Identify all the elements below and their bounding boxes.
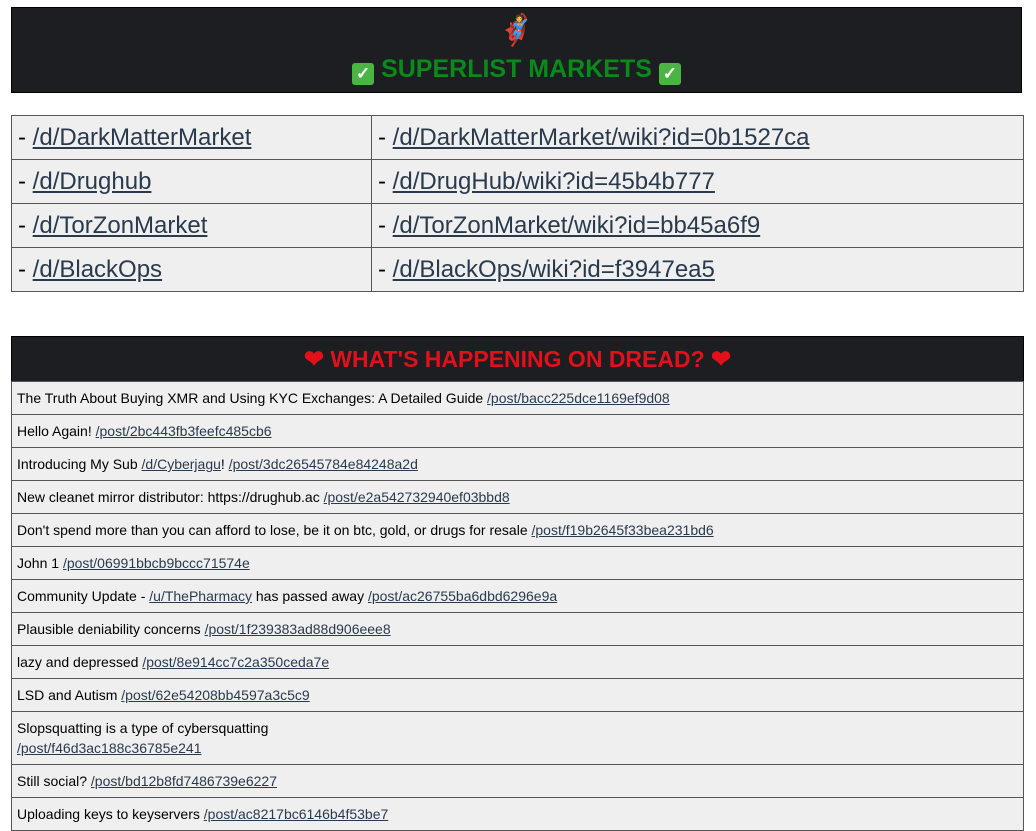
market-row: - /d/BlackOps - /d/BlackOps/wiki?id=f3947…: [11, 247, 1024, 292]
market-row: - /d/TorZonMarket - /d/TorZonMarket/wiki?…: [11, 203, 1024, 248]
post-item: Community Update - /u/ThePharmacy has pa…: [11, 580, 1024, 613]
post-sub-link[interactable]: /u/ThePharmacy: [149, 588, 252, 604]
post-link[interactable]: /post/bd12b8fd7486739e6227: [91, 773, 277, 789]
market-sub-link[interactable]: /d/BlackOps: [33, 256, 162, 283]
post-link[interactable]: /post/ac26755ba6dbd6296e9a: [368, 588, 557, 604]
post-link[interactable]: /post/2bc443fb3feefc485cb6: [96, 423, 272, 439]
post-title: Still social?: [17, 773, 88, 789]
posts-list: The Truth About Buying XMR and Using KYC…: [11, 381, 1024, 831]
post-title: lazy and depressed: [17, 654, 139, 670]
market-wiki-link[interactable]: /d/TorZonMarket/wiki?id=bb45a6f9: [393, 212, 761, 239]
market-sub-link[interactable]: /d/DarkMatterMarket: [33, 124, 252, 151]
market-wiki-link[interactable]: /d/DarkMatterMarket/wiki?id=0b1527ca: [393, 124, 810, 151]
market-sub-cell: - /d/Drughub: [11, 159, 372, 204]
market-sub-cell: - /d/TorZonMarket: [11, 203, 372, 248]
market-sub-link[interactable]: /d/TorZonMarket: [33, 212, 208, 239]
whats-happening-header: ❤ WHAT'S HAPPENING ON DREAD? ❤: [11, 336, 1024, 382]
market-sub-link[interactable]: /d/Drughub: [33, 168, 152, 195]
market-wiki-cell: - /d/DrugHub/wiki?id=45b4b777: [371, 159, 1024, 204]
post-title: The Truth About Buying XMR and Using KYC…: [17, 390, 484, 406]
market-row: - /d/Drughub - /d/DrugHub/wiki?id=45b4b77…: [11, 159, 1024, 204]
post-item: Still social? /post/bd12b8fd7486739e6227: [11, 765, 1024, 798]
market-wiki-cell: - /d/TorZonMarket/wiki?id=bb45a6f9: [371, 203, 1024, 248]
post-title: Plausible deniability concerns: [17, 621, 201, 637]
whats-happening-title: WHAT'S HAPPENING ON DREAD?: [330, 346, 705, 372]
post-title-cont: has passed away: [255, 588, 365, 604]
market-wiki-cell: - /d/BlackOps/wiki?id=f3947ea5: [371, 247, 1024, 292]
check-mark-icon: ✓: [658, 63, 681, 85]
post-link[interactable]: /post/f19b2645f33bea231bd6: [532, 522, 714, 538]
markets-table: - /d/DarkMatterMarket - /d/DarkMatterMark…: [11, 115, 1024, 292]
post-link[interactable]: /post/1f239383ad88d906eee8: [205, 621, 391, 637]
post-sub-link[interactable]: /d/Cyberjagu: [142, 456, 221, 472]
post-title: Don't spend more than you can afford to …: [17, 522, 528, 538]
post-title: Hello Again!: [17, 423, 92, 439]
post-item: Introducing My Sub /d/Cyberjagu! /post/3…: [11, 448, 1024, 481]
market-wiki-cell: - /d/DarkMatterMarket/wiki?id=0b1527ca: [371, 115, 1024, 160]
post-link[interactable]: /post/bacc225dce1169ef9d08: [487, 390, 670, 406]
market-row: - /d/DarkMatterMarket - /d/DarkMatterMark…: [11, 115, 1024, 160]
heart-icon: ❤: [711, 346, 732, 373]
post-item: The Truth About Buying XMR and Using KYC…: [11, 381, 1024, 415]
post-link[interactable]: /post/3dc26545784e84248a2d: [229, 456, 418, 472]
post-item: LSD and Autism /post/62e54208bb4597a3c5c…: [11, 679, 1024, 712]
check-mark-icon: ✓: [352, 63, 375, 85]
post-link[interactable]: /post/e2a542732940ef03bbd8: [324, 489, 510, 505]
market-wiki-link[interactable]: /d/BlackOps/wiki?id=f3947ea5: [393, 256, 715, 283]
banner-title-text: SUPERLIST MARKETS: [381, 55, 652, 83]
post-title: Introducing My Sub: [17, 456, 138, 472]
post-title-cont: !: [220, 456, 225, 472]
post-link[interactable]: /post/f46d3ac188c36785e241: [17, 740, 202, 756]
post-title: Uploading keys to keyservers: [17, 806, 200, 822]
post-link[interactable]: /post/ac8217bc6146b4f53be7: [204, 806, 389, 822]
post-item: Slopsquatting is a type of cybersquattin…: [11, 712, 1024, 765]
market-sub-cell: - /d/DarkMatterMarket: [11, 115, 372, 160]
post-link[interactable]: /post/62e54208bb4597a3c5c9: [121, 687, 309, 703]
post-title: LSD and Autism: [17, 687, 118, 703]
post-item: John 1 /post/06991bbcb9bccc71574e: [11, 547, 1024, 580]
market-sub-cell: - /d/BlackOps: [11, 247, 372, 292]
post-title: John 1: [17, 555, 60, 571]
post-item: Don't spend more than you can afford to …: [11, 514, 1024, 547]
banner-title: ✓ SUPERLIST MARKETS ✓: [12, 54, 1021, 85]
market-wiki-link[interactable]: /d/DrugHub/wiki?id=45b4b777: [393, 168, 715, 195]
post-item: Plausible deniability concerns /post/1f2…: [11, 613, 1024, 646]
post-title: Slopsquatting is a type of cybersquattin…: [17, 720, 269, 736]
heart-icon: ❤: [303, 346, 324, 373]
post-link[interactable]: /post/06991bbcb9bccc71574e: [63, 555, 250, 571]
post-item: lazy and depressed /post/8e914cc7c2a350c…: [11, 646, 1024, 679]
post-link[interactable]: /post/8e914cc7c2a350ceda7e: [142, 654, 329, 670]
post-item: New cleanet mirror distributor: https://…: [11, 481, 1024, 514]
post-item: Hello Again! /post/2bc443fb3feefc485cb6: [11, 415, 1024, 448]
post-item: Uploading keys to keyservers /post/ac821…: [11, 798, 1024, 831]
post-title: Community Update -: [17, 588, 146, 604]
post-title: New cleanet mirror distributor: https://…: [17, 489, 320, 505]
superlist-banner: 🦸 ✓ SUPERLIST MARKETS ✓: [11, 7, 1022, 93]
superhero-emoji-icon: 🦸: [497, 14, 536, 47]
